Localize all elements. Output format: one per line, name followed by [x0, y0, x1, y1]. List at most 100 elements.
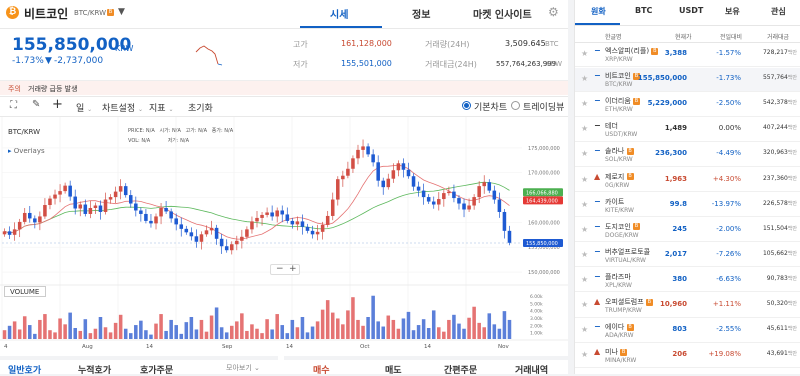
candle-body	[22, 212, 27, 222]
candle-body	[245, 229, 249, 237]
candle-body	[300, 221, 305, 227]
chevron-down-icon[interactable]: ▼	[118, 7, 125, 17]
favorite-star-icon[interactable]: ★	[581, 124, 588, 133]
col-header-price[interactable]: 현재가	[675, 32, 692, 41]
market-tab-btc[interactable]: BTC	[635, 6, 652, 15]
tab-info[interactable]: 정보	[412, 6, 430, 21]
tab-sell[interactable]: 매도	[385, 363, 402, 376]
coin-name: 오피셜트럼프 B	[605, 298, 653, 306]
coin-row[interactable]: ★ − 카이트 KITE/KRW 99.8 -13.97% 226,578백만	[575, 194, 800, 218]
favorite-star-icon[interactable]: ★	[581, 275, 588, 284]
favorite-star-icon[interactable]: ★	[581, 49, 588, 58]
tab-market-insight[interactable]: 마켓 인사이트	[473, 6, 532, 21]
favorite-star-icon[interactable]: ★	[581, 149, 588, 158]
zoom-in-button[interactable]: +	[289, 264, 297, 274]
tab-orderbook[interactable]: 일반호가	[8, 363, 41, 376]
notice-text[interactable]: 거래량 급등 발생	[28, 84, 78, 94]
candle-body	[154, 216, 158, 224]
coin-row[interactable]: ★ − 에이다 B ADA/KRW 803 -2.55% 45,611백만	[575, 319, 800, 343]
grouping-dropdown[interactable]: 모아보기 ⌄	[226, 363, 260, 373]
candle-body	[290, 220, 295, 225]
favorite-star-icon[interactable]: ★	[581, 74, 588, 83]
candle-body	[134, 203, 138, 211]
col-header-name[interactable]: 한글명	[605, 32, 622, 41]
candle-body	[12, 229, 17, 235]
market-tab-usdt[interactable]: USDT	[679, 6, 703, 15]
favorite-star-icon[interactable]: ★	[581, 300, 588, 309]
tab-quote[interactable]: 시세	[330, 6, 348, 21]
chevron-down-icon: ⌄	[254, 364, 260, 372]
coin-volume-unit: 백만	[787, 175, 797, 182]
coin-volume: 90,783백만	[767, 275, 797, 282]
col-header-change[interactable]: 전일대비	[720, 32, 742, 41]
trend-icon: ▲	[594, 347, 601, 357]
coin-volume: 542,378백만	[763, 99, 797, 106]
volume-bar	[315, 321, 320, 339]
coin-row[interactable]: ★ − 솔라나 B SOL/KRW 236,300 -4.49% 320,963백만	[575, 143, 800, 167]
coin-change: -4.49%	[716, 149, 741, 158]
coin-row[interactable]: ★ − 도지코인 B DOGE/KRW 245 -2.00% 151,504백만	[575, 219, 800, 243]
favorite-star-icon[interactable]: ★	[581, 325, 588, 334]
coin-row[interactable]: ★ − 비트코인 B BTC/KRW 155,850,000 -1.73% 557,764백…	[575, 68, 800, 92]
candle-body	[330, 199, 335, 216]
tab-cumulative[interactable]: 누적호가	[78, 363, 111, 376]
coin-name: 플라즈마	[605, 272, 631, 281]
tab-trade-history[interactable]: 거래내역	[515, 363, 548, 376]
coin-row[interactable]: ★ − 테더 USDT/KRW 1,489 0.00% 407,244백만	[575, 118, 800, 142]
coin-row[interactable]: ★ ▲ 오피셜트럼프 B TRUMP/KRW 10,960 +1.11% 50,320백만	[575, 294, 800, 318]
coin-row[interactable]: ★ − 버추얼프로토콜 VIRTUAL/KRW 2,017 -7.26% 105,662백만	[575, 244, 800, 268]
indicator-button[interactable]: 지표 ⌄	[149, 101, 173, 114]
coin-volume-unit: 백만	[787, 75, 797, 82]
settings-gear-icon[interactable]: ⚙	[548, 5, 559, 19]
market-tab-favorites[interactable]: 관심	[771, 6, 786, 17]
tab-simple-order[interactable]: 간편주문	[444, 363, 477, 376]
high-value: 161,128,000	[341, 39, 392, 48]
volume-bar	[250, 324, 254, 339]
coin-row[interactable]: ★ ▲ 미나 B MINA/KRW 206 +19.08% 43,691백만	[575, 344, 800, 368]
candle-body	[43, 205, 47, 217]
favorite-star-icon[interactable]: ★	[581, 250, 588, 259]
chart-settings-button[interactable]: 차트설정 ⌄	[102, 101, 143, 114]
coin-change: -7.26%	[716, 249, 741, 258]
candle-body	[396, 163, 401, 171]
coin-volume-unit: 백만	[787, 351, 797, 358]
tradingview-radio[interactable]	[511, 101, 520, 110]
trend-icon: ▲	[594, 297, 601, 306]
coin-row[interactable]: ★ − 엑스알피(리플) B XRP/KRW 3,388 -1.57% 728,217백만	[575, 43, 800, 67]
volume-bar	[219, 327, 224, 339]
favorite-star-icon[interactable]: ★	[581, 200, 588, 209]
fullscreen-icon[interactable]: ⛶	[10, 100, 17, 111]
candle-body	[346, 168, 350, 176]
candle-body	[123, 186, 128, 196]
tab-order-by-quote[interactable]: 호가주문	[140, 363, 173, 376]
coin-row[interactable]: ★ ▲ 제로지 B 0G/KRW 1,963 +4.30% 237,360백만	[575, 169, 800, 192]
coin-row[interactable]: ★ − 플라즈마 XPL/KRW 380 -6.63% 90,783백만	[575, 269, 800, 293]
market-tab-holdings[interactable]: 보유	[725, 6, 740, 17]
favorite-star-icon[interactable]: ★	[581, 175, 588, 184]
candle-body	[164, 207, 168, 212]
amount-label: 거래대금(24H)	[425, 60, 477, 69]
coin-row[interactable]: ★ − 이더리움 B ETH/KRW 5,229,000 -2.50% 542,378백만	[575, 93, 800, 117]
pencil-icon[interactable]: ✎	[32, 99, 40, 110]
coin-volume-value: 105,662	[762, 249, 788, 257]
volume-bar	[376, 321, 380, 339]
favorite-star-icon[interactable]: ★	[581, 99, 588, 108]
coin-price: 1,489	[664, 124, 687, 133]
basic-chart-radio[interactable]	[462, 101, 471, 110]
coin-volume-unit: 백만	[787, 326, 797, 333]
volume-bar	[386, 315, 391, 339]
interval-select[interactable]: 일 ⌄	[76, 101, 92, 114]
favorite-star-icon[interactable]: ★	[581, 350, 588, 359]
coin-volume-value: 50,320	[766, 300, 788, 307]
volume-bar	[184, 322, 189, 339]
reset-button[interactable]: 초기화	[188, 101, 213, 114]
price-chart[interactable]: 175,000,000170,000,000165,000,000160,000…	[0, 117, 568, 374]
col-header-volume[interactable]: 거래대금	[767, 32, 789, 41]
market-tab-krw[interactable]: 원화	[591, 6, 606, 17]
coin-change: +19.08%	[708, 350, 741, 359]
tab-buy[interactable]: 매수	[313, 363, 330, 376]
favorite-star-icon[interactable]: ★	[581, 225, 588, 234]
crosshair-icon[interactable]: +	[52, 97, 63, 112]
zoom-out-button[interactable]: −	[276, 264, 284, 274]
coin-change: +4.30%	[712, 174, 741, 183]
